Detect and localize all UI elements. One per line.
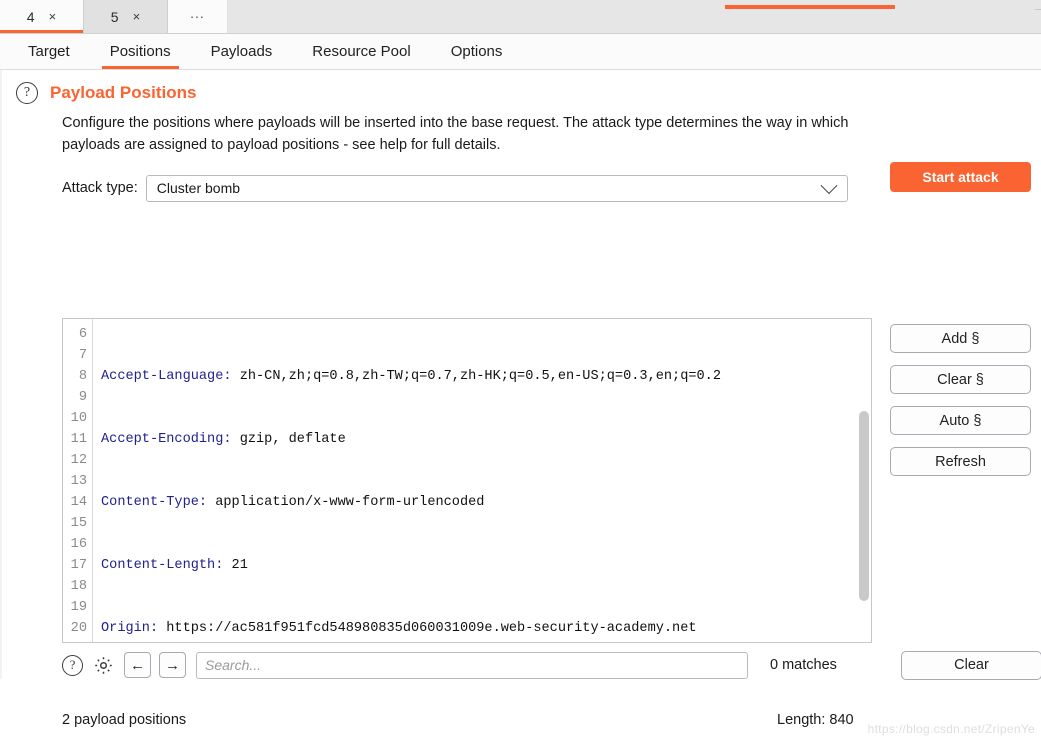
positions-panel: ? Payload Positions Start attack Configu…	[0, 70, 1041, 736]
line-number: 19	[70, 600, 87, 615]
request-line: Accept-Encoding: gzip, deflate	[101, 429, 871, 450]
tab-target-label: Target	[28, 43, 70, 60]
strip-divider	[1035, 9, 1041, 10]
tab-options[interactable]: Options	[431, 34, 523, 69]
header-name: Content-Length:	[101, 558, 224, 573]
attack-type-label: Attack type:	[62, 180, 138, 197]
search-input[interactable]	[196, 651, 748, 679]
tab-positions[interactable]: Positions	[90, 34, 191, 69]
window-tab-5[interactable]: 5 ×	[84, 0, 168, 33]
line-number: 17	[70, 558, 87, 573]
search-previous-button[interactable]: ←	[124, 652, 151, 678]
positions-button-column: Add § Clear § Auto § Refresh	[890, 324, 1031, 476]
close-icon[interactable]: ×	[133, 10, 141, 23]
section-header: ? Payload Positions	[2, 70, 1041, 104]
window-tab-5-label: 5	[110, 8, 119, 25]
line-number: 11	[70, 432, 87, 447]
auto-payload-markers-button[interactable]: Auto §	[890, 406, 1031, 435]
header-value: zh-CN,zh;q=0.8,zh-TW;q=0.7,zh-HK;q=0.5,e…	[231, 369, 721, 384]
clear-button[interactable]: Clear	[901, 650, 1041, 680]
tab-target[interactable]: Target	[8, 34, 90, 69]
window-tab-strip-filler	[228, 0, 1041, 33]
request-line: Accept-Language: zh-CN,zh;q=0.8,zh-TW;q=…	[101, 366, 871, 387]
line-number: 13	[70, 474, 87, 489]
line-number: 7	[78, 348, 87, 363]
request-length: Length: 840	[777, 712, 854, 728]
tab-resource-pool[interactable]: Resource Pool	[292, 34, 430, 69]
window-tab-strip: 4 × 5 × ...	[0, 0, 1041, 34]
help-icon[interactable]: ?	[16, 82, 38, 104]
section-description: Configure the positions where payloads w…	[62, 115, 849, 154]
request-line: Origin: https://ac581f951fcd548980835d06…	[101, 618, 871, 639]
line-number: 12	[70, 453, 87, 468]
settings-button[interactable]	[91, 653, 116, 678]
line-number: 20	[70, 621, 87, 636]
request-editor[interactable]: 6 7 8 9 10 11 12 13 14 15 16 17 18 19 20…	[62, 318, 872, 643]
window-tab-4-label: 4	[26, 8, 35, 25]
window-tab-overflow-button[interactable]: ...	[168, 0, 228, 33]
help-icon: ?	[62, 654, 83, 676]
attack-type-value: Cluster bomb	[156, 180, 241, 197]
line-number: 16	[70, 537, 87, 552]
chevron-down-icon	[820, 177, 838, 195]
watermark: https://blog.csdn.net/ZripenYe	[867, 722, 1035, 736]
line-number: 8	[78, 369, 87, 384]
attack-type-row: Attack type: Cluster bomb	[2, 157, 1041, 202]
request-line: Content-Length: 21	[101, 555, 871, 576]
line-number: 6	[78, 327, 87, 342]
header-value: gzip, deflate	[231, 432, 346, 447]
tab-payloads-label: Payloads	[210, 43, 273, 60]
intruder-sub-tabs: Target Positions Payloads Resource Pool …	[0, 34, 1041, 70]
search-match-count: 0 matches	[770, 657, 837, 673]
gear-icon	[95, 656, 112, 674]
tab-payloads[interactable]: Payloads	[191, 34, 293, 69]
editor-scrollbar-thumb[interactable]	[859, 411, 869, 601]
add-payload-marker-button[interactable]: Add §	[890, 324, 1031, 353]
attack-type-select[interactable]: Cluster bomb	[145, 174, 848, 202]
search-next-button[interactable]: →	[159, 652, 186, 678]
line-number: 10	[70, 411, 87, 426]
request-line: Content-Type: application/x-www-form-url…	[101, 492, 871, 513]
request-text[interactable]: Accept-Language: zh-CN,zh;q=0.8,zh-TW;q=…	[93, 319, 871, 642]
line-number: 15	[70, 516, 87, 531]
line-number-gutter: 6 7 8 9 10 11 12 13 14 15 16 17 18 19 20	[63, 319, 93, 642]
parent-tab-active-indicator	[725, 5, 895, 9]
close-icon[interactable]: ×	[49, 10, 57, 23]
refresh-button[interactable]: Refresh	[890, 447, 1031, 476]
page-title: Payload Positions	[50, 83, 197, 102]
header-name: Accept-Language:	[101, 369, 232, 384]
line-number: 9	[78, 390, 87, 405]
parent-tab-gap	[895, 0, 1035, 9]
editor-search-bar: ? ← → 0 matches Clear	[60, 648, 1041, 682]
search-help-button[interactable]: ?	[60, 653, 85, 678]
line-number: 14	[70, 495, 87, 510]
header-value: application/x-www-form-urlencoded	[207, 495, 485, 510]
start-attack-button[interactable]: Start attack	[890, 162, 1031, 192]
tab-options-label: Options	[450, 43, 503, 60]
payload-positions-count: 2 payload positions	[62, 712, 187, 728]
header-value: https://ac581f951fcd548980835d060031009e…	[158, 621, 697, 636]
header-name: Content-Type:	[101, 495, 208, 510]
header-name: Origin:	[101, 621, 159, 636]
tab-resource-pool-label: Resource Pool	[312, 43, 411, 60]
line-number: 18	[70, 579, 87, 594]
tab-positions-label: Positions	[109, 43, 171, 60]
header-name: Accept-Encoding:	[101, 432, 232, 447]
window-tab-4[interactable]: 4 ×	[0, 0, 84, 33]
header-value: 21	[223, 558, 248, 573]
clear-payload-markers-button[interactable]: Clear §	[890, 365, 1031, 394]
